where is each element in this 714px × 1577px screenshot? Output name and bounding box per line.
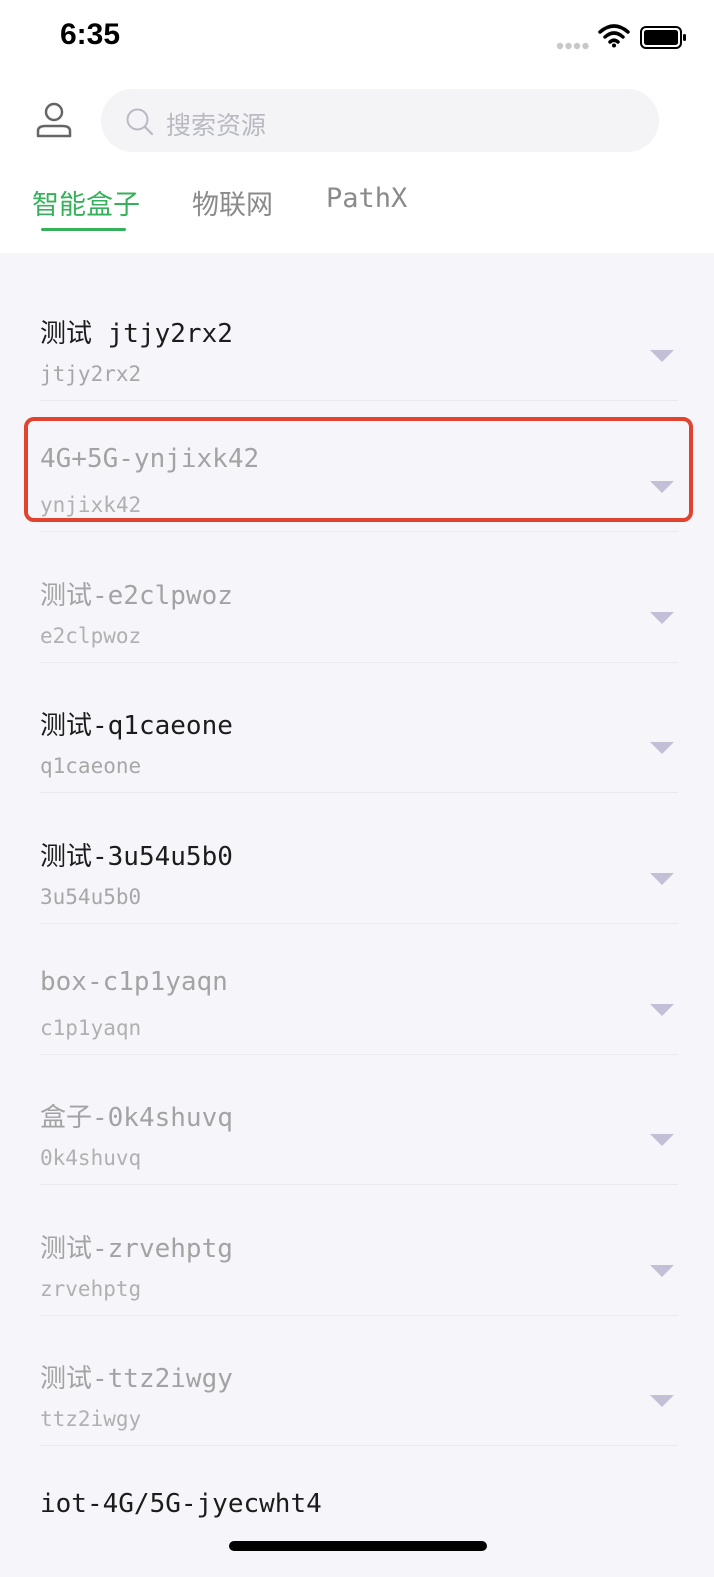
selection-highlight	[24, 417, 693, 522]
caret-down-icon[interactable]	[650, 1004, 674, 1016]
tab-iot[interactable]: 物联网	[192, 183, 273, 222]
device-name: iot-4G/5G-jyecwht4	[40, 1489, 322, 1519]
search-icon	[126, 108, 154, 136]
list-item[interactable]: 测试-e2clpwoz e2clpwoz	[0, 533, 714, 663]
device-id: q1caeone	[40, 754, 142, 778]
list-item[interactable]: 测试 jtjy2rx2 jtjy2rx2	[0, 271, 714, 401]
device-name: 测试-q1caeone	[40, 711, 233, 741]
divider	[40, 400, 678, 401]
divider	[40, 1445, 678, 1446]
avatar-icon[interactable]	[34, 100, 74, 140]
device-id: 3u54u5b0	[40, 885, 142, 909]
caret-down-icon[interactable]	[650, 1134, 674, 1146]
divider	[40, 792, 678, 793]
device-id: zrvehptg	[40, 1277, 142, 1301]
divider	[40, 531, 678, 532]
battery-icon	[640, 26, 686, 49]
search-input[interactable]: 搜索资源	[101, 89, 659, 152]
signal-icon	[556, 42, 589, 50]
list-item[interactable]: 盒子-0k4shuvq 0k4shuvq	[0, 1055, 714, 1185]
device-name: 测试-e2clpwoz	[40, 581, 233, 611]
device-id: jtjy2rx2	[40, 362, 142, 386]
device-name: 测试-3u54u5b0	[40, 842, 233, 872]
caret-down-icon[interactable]	[650, 1265, 674, 1277]
device-name: 测试-ttz2iwgy	[40, 1364, 233, 1394]
caret-down-icon[interactable]	[650, 612, 674, 624]
device-name: 测试 jtjy2rx2	[40, 319, 233, 349]
list-item[interactable]: 测试-3u54u5b0 3u54u5b0	[0, 794, 714, 924]
device-id: c1p1yaqn	[40, 1016, 142, 1040]
device-id: 0k4shuvq	[40, 1146, 142, 1170]
header: 6:35 搜索资源 智能盒子 物联网 PathX	[0, 0, 714, 253]
device-name: box-c1p1yaqn	[40, 967, 228, 997]
list-item[interactable]: 测试-zrvehptg zrvehptg	[0, 1186, 714, 1316]
caret-down-icon[interactable]	[650, 350, 674, 362]
divider	[40, 923, 678, 924]
caret-down-icon[interactable]	[650, 1395, 674, 1407]
list-item[interactable]: box-c1p1yaqn c1p1yaqn	[0, 925, 714, 1055]
status-time: 6:35	[60, 18, 121, 51]
tab-pathx[interactable]: PathX	[326, 183, 407, 214]
list-item[interactable]: iot-4G/5G-jyecwht4	[0, 1447, 714, 1577]
device-name: 盒子-0k4shuvq	[40, 1103, 233, 1133]
tab-smart-box[interactable]: 智能盒子	[32, 183, 140, 222]
caret-down-icon[interactable]	[650, 873, 674, 885]
list-item[interactable]: 测试-q1caeone q1caeone	[0, 663, 714, 793]
wifi-icon	[598, 24, 630, 48]
home-indicator[interactable]	[229, 1541, 487, 1551]
device-id: ttz2iwgy	[40, 1407, 142, 1431]
tab-active-indicator	[41, 228, 126, 231]
list-item[interactable]: 测试-ttz2iwgy ttz2iwgy	[0, 1316, 714, 1446]
device-id: e2clpwoz	[40, 624, 142, 648]
device-name: 测试-zrvehptg	[40, 1234, 233, 1264]
search-placeholder: 搜索资源	[166, 111, 267, 140]
caret-down-icon[interactable]	[650, 742, 674, 754]
divider	[40, 1184, 678, 1185]
